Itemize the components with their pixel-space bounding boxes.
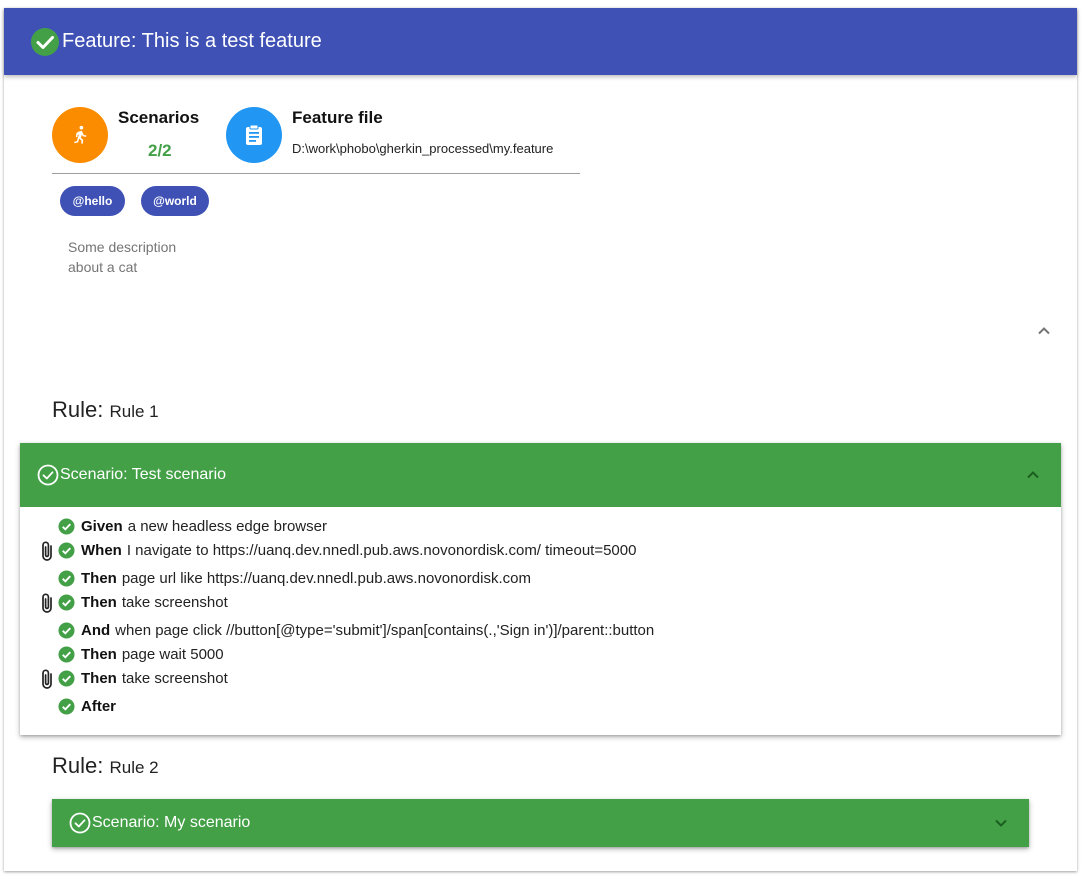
step-keyword: Then (81, 593, 117, 611)
step-row: After (58, 695, 121, 717)
check-circle-icon (58, 645, 75, 663)
feature-description: Some description about a cat (68, 237, 176, 277)
paperclip-icon[interactable] (40, 592, 54, 619)
step-keyword: And (81, 621, 111, 639)
check-circle-icon (58, 593, 75, 611)
step-text: take screenshot (121, 669, 228, 687)
feature-file-label: Feature file (292, 108, 383, 127)
rule-prefix: Rule: (52, 397, 104, 422)
check-circle-icon (37, 464, 59, 486)
step-row: Then take screenshot (58, 591, 228, 613)
step-text: page url like https://uanq.dev.nnedl.pub… (121, 569, 531, 587)
feature-title: Feature: This is a test feature (62, 30, 322, 52)
stats-divider (52, 173, 580, 174)
chevron-up-icon[interactable] (1036, 323, 1052, 339)
scenario-header[interactable]: Scenario: Test scenario (20, 443, 1061, 507)
step-row: Then page url like https://uanq.dev.nned… (58, 567, 531, 589)
chevron-up-icon[interactable] (1025, 467, 1041, 483)
feature-header[interactable]: Feature: This is a test feature (4, 8, 1077, 75)
scenarios-label: Scenarios (118, 108, 200, 127)
run-icon (52, 107, 108, 163)
rule-title: Rule: Rule 2 (52, 753, 159, 779)
paperclip-icon[interactable] (40, 540, 54, 567)
check-circle-icon (58, 697, 75, 715)
step-keyword: Then (81, 669, 117, 687)
rule-title: Rule: Rule 1 (52, 397, 159, 423)
step-row: When I navigate to https://uanq.dev.nned… (58, 539, 636, 561)
feature-file-path: D:\work\phobo\gherkin_processed\my.featu… (292, 141, 554, 156)
check-circle-icon (69, 812, 91, 834)
scenario-title: Scenario: My scenario (92, 814, 251, 831)
tag-world[interactable]: @world (141, 186, 209, 216)
check-circle-icon (58, 669, 75, 687)
clipboard-icon (226, 107, 282, 163)
step-text: I navigate to https://uanq.dev.nnedl.pub… (126, 541, 637, 559)
step-keyword: When (81, 541, 122, 559)
step-text: when page click //button[@type='submit']… (115, 621, 655, 639)
rule-name: Rule 2 (109, 758, 159, 777)
step-keyword: Given (81, 517, 123, 535)
scenario-panel: Scenario: Test scenario Given a new head… (20, 443, 1061, 735)
paperclip-icon[interactable] (40, 668, 54, 695)
scenarios-stat (52, 107, 108, 163)
scenarios-count: 2/2 (148, 141, 172, 160)
rule-name: Rule 1 (109, 402, 159, 421)
check-circle-icon (58, 621, 75, 639)
check-circle-icon (58, 541, 75, 559)
step-row: Then page wait 5000 (58, 643, 224, 665)
step-text: take screenshot (121, 593, 228, 611)
step-keyword: Then (81, 569, 117, 587)
chevron-down-icon[interactable] (993, 815, 1009, 831)
scenario-header[interactable]: Scenario: My scenario (52, 799, 1029, 847)
scenario-panel: Scenario: My scenario (52, 799, 1029, 847)
description-line: about a cat (68, 259, 138, 275)
feature-card: Feature: This is a test feature Scenario… (4, 8, 1077, 871)
step-row: And when page click //button[@type='subm… (58, 619, 654, 641)
step-row: Then take screenshot (58, 667, 228, 689)
rule-prefix: Rule: (52, 753, 104, 778)
step-text: page wait 5000 (121, 645, 224, 663)
scenario-title: Scenario: Test scenario (60, 466, 227, 483)
check-circle-icon (58, 517, 75, 535)
check-circle-icon (30, 27, 60, 57)
feature-file-stat (226, 107, 282, 163)
description-line: Some description (68, 239, 177, 255)
tag-hello[interactable]: @hello (60, 186, 125, 216)
step-keyword: Then (81, 645, 117, 663)
step-row: Given a new headless edge browser (58, 515, 327, 537)
check-circle-icon (58, 569, 75, 587)
step-text: a new headless edge browser (127, 517, 327, 535)
step-keyword: After (81, 697, 117, 715)
